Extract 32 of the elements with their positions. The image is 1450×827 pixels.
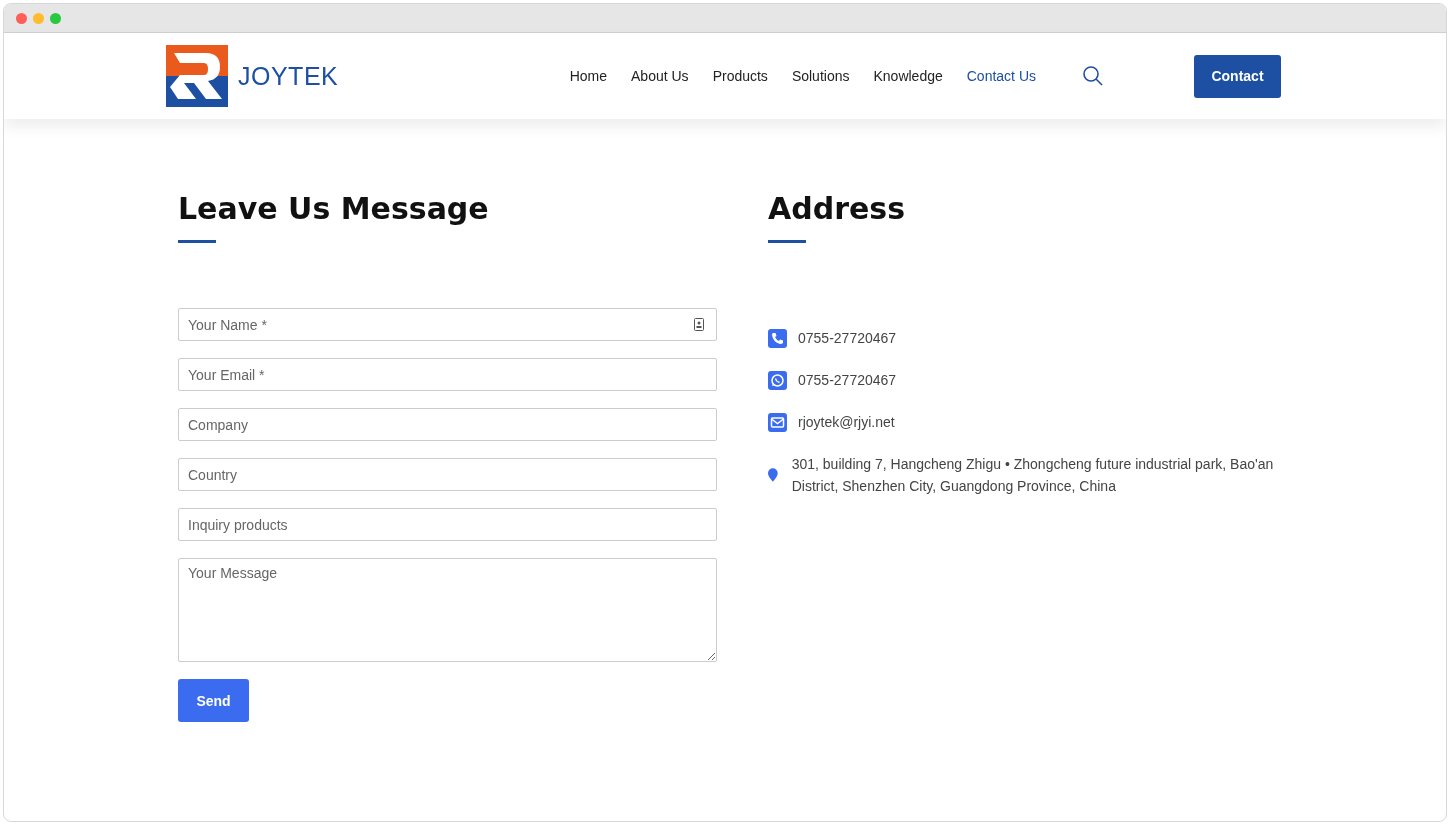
whatsapp-icon (768, 370, 787, 390)
maximize-window-dot[interactable] (50, 12, 61, 24)
input-field[interactable]: Country (178, 458, 717, 491)
message-field[interactable]: Your Message (178, 558, 717, 662)
contact-text: 0755-27720467 (798, 371, 897, 390)
nav-link[interactable]: About Us (631, 68, 689, 84)
logo-icon[interactable] (166, 45, 228, 107)
nav-link[interactable]: Knowledge (873, 68, 943, 84)
nav-link[interactable]: Solutions (791, 68, 850, 84)
email-icon (768, 412, 787, 432)
input-field[interactable]: Your Name * (178, 308, 717, 341)
search-icon[interactable] (1082, 65, 1104, 87)
input-field[interactable]: Your Email * (178, 358, 717, 391)
nav-link[interactable]: Home (569, 68, 608, 84)
contact-button[interactable]: Contact (1194, 54, 1281, 98)
title-underline (768, 240, 806, 243)
contact-text: rjoytek@rjyi.net (798, 413, 895, 432)
form-title: Leave Us Message (178, 191, 490, 226)
address-title: Address (768, 191, 907, 226)
logo-text[interactable]: JOYTEK (238, 61, 339, 91)
input-field[interactable]: Company (178, 408, 717, 441)
contact-card-icon[interactable] (694, 318, 704, 331)
contact-text: 0755-27720467 (798, 329, 897, 348)
phone-icon (768, 328, 787, 348)
title-underline (178, 240, 216, 243)
send-button[interactable]: Send (178, 679, 249, 722)
contact-text: 301, building 7, Hangcheng Zhigu • Zhongcheng future industrial park, Bao'an District, Shenzhen City, Guangdong Province, China (791, 455, 1275, 496)
minimize-window-dot[interactable] (33, 12, 44, 24)
input-field[interactable]: Inquiry products (178, 508, 717, 541)
close-window-dot[interactable] (16, 12, 27, 24)
nav-link[interactable]: Products (712, 68, 768, 84)
nav-link[interactable]: Contact Us (966, 68, 1036, 84)
